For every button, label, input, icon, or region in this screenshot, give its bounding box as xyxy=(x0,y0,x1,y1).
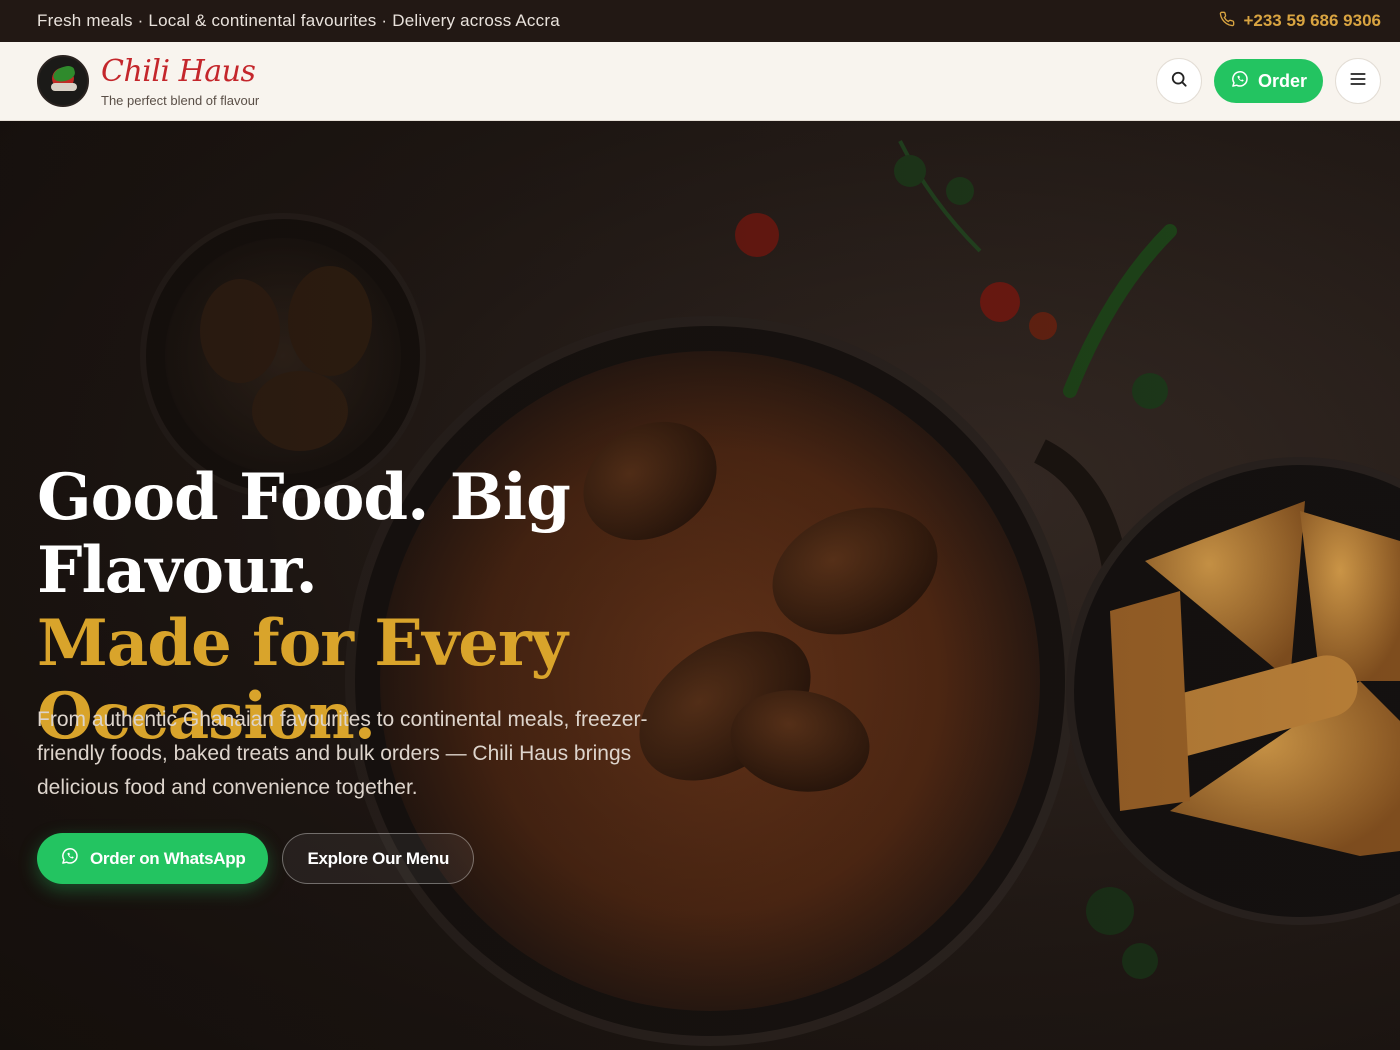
order-button-label: Order xyxy=(1257,70,1307,91)
brand-tagline: The perfect blend of flavour xyxy=(101,92,260,108)
search-button[interactable] xyxy=(1155,58,1202,104)
order-button[interactable]: Order xyxy=(1213,59,1323,103)
topbar-phone-link[interactable]: +233 59 686 9306 xyxy=(1219,11,1381,32)
site-header: Chili Haus The perfect blend of flavour … xyxy=(0,42,1400,121)
order-on-whatsapp-label: Order on WhatsApp xyxy=(90,848,246,868)
hero-cta-group: Order on WhatsApp Explore Our Menu xyxy=(37,833,475,884)
whatsapp-icon xyxy=(60,846,80,871)
hero-section: Good Food. Big Flavour. Made for Every O… xyxy=(0,121,1400,1050)
topbar-tagline: Fresh meals · Local & continental favour… xyxy=(37,11,560,30)
menu-toggle-button[interactable] xyxy=(1335,58,1381,104)
explore-menu-button[interactable]: Explore Our Menu xyxy=(282,833,475,884)
phone-icon xyxy=(1219,11,1235,32)
brand-logo xyxy=(37,55,89,107)
whatsapp-icon xyxy=(1230,69,1250,94)
brand-home-link[interactable]: Chili Haus The perfect blend of flavour xyxy=(37,53,260,108)
hero-description: From authentic Ghanaian favourites to co… xyxy=(37,708,648,799)
phone-number: +233 59 686 9306 xyxy=(1243,11,1381,30)
order-on-whatsapp-button[interactable]: Order on WhatsApp xyxy=(37,833,269,884)
search-icon xyxy=(1169,69,1189,94)
hero-title-line-2: Made for Every xyxy=(37,606,568,681)
brand-name: Chili Haus xyxy=(101,53,256,89)
top-announcement-bar: Fresh meals · Local & continental favour… xyxy=(0,0,1400,42)
hero-title-line-1: Good Food. Big Flavour. xyxy=(37,460,571,608)
hamburger-menu-icon xyxy=(1348,69,1368,94)
header-actions: Order xyxy=(1155,58,1381,104)
explore-menu-label: Explore Our Menu xyxy=(307,848,450,868)
